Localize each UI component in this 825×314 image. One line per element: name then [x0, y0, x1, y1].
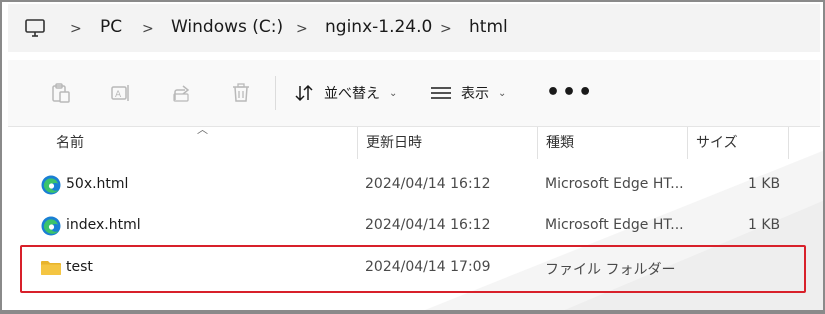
address-bar[interactable]: > PC > Windows (C:) > nginx-1.24.0 > htm…: [8, 4, 820, 52]
toolbar-divider: [275, 76, 276, 110]
column-header-size[interactable]: サイズ: [696, 127, 738, 159]
view-button[interactable]: 表示 ⌄: [431, 80, 506, 106]
column-divider[interactable]: [537, 127, 538, 159]
file-type: Microsoft Edge HT...: [545, 217, 684, 233]
chevron-right-icon[interactable]: >: [296, 21, 308, 37]
rename-icon[interactable]: A: [110, 82, 132, 104]
column-divider[interactable]: [687, 127, 688, 159]
sort-button[interactable]: 並べ替え ⌄: [294, 80, 397, 106]
view-list-icon: [431, 87, 451, 99]
sort-ascending-icon: ︿: [197, 123, 208, 136]
monitor-icon[interactable]: [24, 17, 46, 39]
column-header-name[interactable]: 名前: [56, 127, 84, 159]
chevron-right-icon[interactable]: >: [440, 21, 452, 37]
column-divider[interactable]: [788, 127, 789, 159]
column-divider[interactable]: [357, 127, 358, 159]
svg-text:A: A: [115, 90, 122, 100]
more-options-button[interactable]: •••: [546, 82, 594, 104]
breadcrumb-item-html[interactable]: html: [469, 17, 508, 37]
file-row[interactable]: 50x.html 2024/04/14 16:12 Microsoft Edge…: [20, 165, 810, 205]
chevron-right-icon[interactable]: >: [142, 21, 154, 37]
breadcrumb-item-pc[interactable]: PC: [100, 17, 122, 37]
edge-html-icon: [41, 216, 61, 236]
file-name[interactable]: index.html: [66, 217, 141, 233]
file-size: 1 KB: [748, 217, 781, 233]
edge-html-icon: [41, 175, 61, 195]
share-icon[interactable]: [171, 82, 193, 104]
highlight-box: [20, 245, 806, 293]
sort-icon: [295, 84, 313, 102]
file-type: Microsoft Edge HT...: [545, 176, 684, 192]
file-row[interactable]: index.html 2024/04/14 16:12 Microsoft Ed…: [20, 206, 810, 246]
command-bar: A 並べ替え ⌄ 表示 ⌄ •••: [8, 60, 820, 127]
view-label: 表示: [461, 86, 489, 102]
breadcrumb-item-drive[interactable]: Windows (C:): [171, 17, 283, 37]
chevron-right-icon[interactable]: >: [70, 21, 82, 37]
file-date: 2024/04/14 16:12: [365, 176, 491, 192]
chevron-down-icon: ⌄: [389, 87, 398, 99]
file-date: 2024/04/14 16:12: [365, 217, 491, 233]
paste-icon[interactable]: [50, 82, 72, 104]
sort-label: 並べ替え: [324, 86, 380, 102]
breadcrumb-item-nginx[interactable]: nginx-1.24.0: [325, 17, 432, 37]
chevron-down-icon: ⌄: [498, 87, 507, 99]
column-header-type[interactable]: 種類: [546, 127, 574, 159]
delete-icon[interactable]: [230, 82, 252, 104]
file-size: 1 KB: [748, 176, 781, 192]
column-header-date[interactable]: 更新日時: [366, 127, 422, 159]
file-name[interactable]: 50x.html: [66, 176, 128, 192]
